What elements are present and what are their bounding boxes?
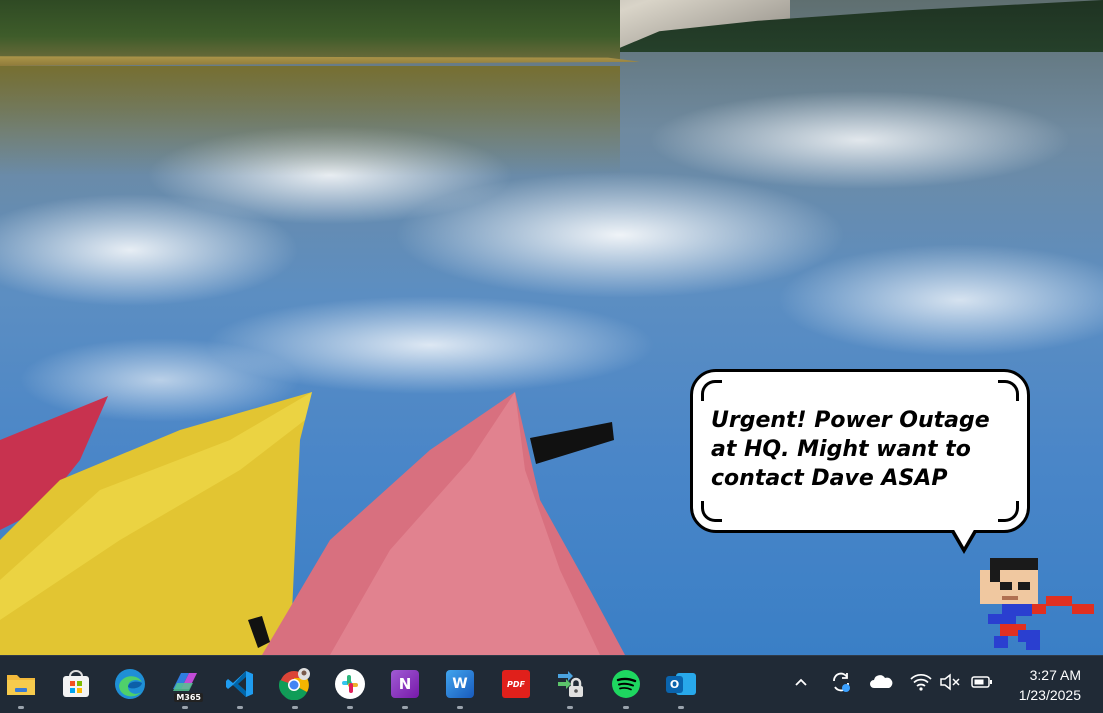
- pdf-label: PDF: [507, 679, 525, 689]
- running-indicator: [237, 706, 243, 709]
- running-indicator: [347, 706, 353, 709]
- bubble-corner-decoration: [998, 501, 1019, 522]
- store-icon: [63, 670, 89, 697]
- outlook-icon: O: [666, 670, 696, 698]
- running-indicator: [402, 706, 408, 709]
- taskbar-app-onenote[interactable]: N: [385, 664, 425, 709]
- taskbar-app-file-explorer[interactable]: [1, 664, 41, 709]
- wallpaper-reflection: [0, 66, 620, 176]
- sync-icon: [833, 672, 850, 692]
- running-indicator: [457, 706, 463, 709]
- taskbar: M365 N W PDF O 3:27 AM 1/23/2025: [0, 655, 1103, 713]
- word-letter: W: [452, 676, 468, 692]
- tray-network-button[interactable]: [909, 670, 933, 694]
- tray-battery-button[interactable]: [970, 670, 994, 694]
- running-indicator: [623, 706, 629, 709]
- slack-icon: [335, 669, 365, 699]
- taskbar-app-slack[interactable]: [330, 664, 370, 709]
- pixel-superhero-mascot[interactable]: [978, 556, 1096, 652]
- spotify-icon: [612, 670, 640, 698]
- taskbar-app-word[interactable]: W: [440, 664, 480, 709]
- chrome-icon: [279, 668, 310, 700]
- onenote-icon: N: [391, 670, 419, 698]
- lock-transfer-icon: [558, 671, 583, 697]
- taskbar-app-chrome[interactable]: [275, 664, 315, 709]
- m365-badge: M365: [174, 693, 203, 702]
- tray-onedrive-button[interactable]: [869, 670, 893, 694]
- running-indicator: [18, 706, 24, 709]
- vscode-icon: [226, 671, 253, 697]
- desktop-wallpaper: [0, 0, 1103, 655]
- taskbar-app-vscode[interactable]: [220, 664, 260, 709]
- wifi-icon: [910, 673, 932, 691]
- pdf-icon: PDF: [502, 670, 530, 698]
- show-hidden-icons-button[interactable]: [789, 670, 813, 694]
- battery-icon: [971, 676, 992, 688]
- bubble-corner-decoration: [998, 380, 1019, 401]
- taskbar-app-microsoft-365[interactable]: M365: [165, 664, 205, 709]
- taskbar-app-secure-transfer[interactable]: [550, 664, 590, 709]
- taskbar-clock[interactable]: 3:27 AM 1/23/2025: [1001, 665, 1081, 705]
- running-indicator: [292, 706, 298, 709]
- taskbar-app-outlook[interactable]: O: [661, 664, 701, 709]
- wallpaper-kayaks: [0, 392, 625, 655]
- taskbar-app-edge[interactable]: [110, 664, 150, 704]
- wallpaper-forest: [0, 0, 620, 60]
- taskbar-app-microsoft-store[interactable]: [56, 664, 96, 704]
- tray-sync-button[interactable]: [829, 670, 853, 694]
- clock-time: 3:27 AM: [1029, 667, 1081, 683]
- word-icon: W: [446, 670, 474, 698]
- onedrive-cloud-icon: [870, 675, 893, 688]
- clock-date: 1/23/2025: [1018, 687, 1081, 703]
- taskbar-app-pdf-reader[interactable]: PDF: [496, 664, 536, 704]
- running-indicator: [678, 706, 684, 709]
- edge-icon: [115, 669, 145, 699]
- tray-volume-button[interactable]: [938, 670, 962, 694]
- taskbar-app-spotify[interactable]: [606, 664, 646, 709]
- speech-bubble-tail-fill: [953, 528, 975, 547]
- running-indicator: [567, 706, 573, 709]
- chevron-up-icon: [795, 678, 807, 686]
- folder-icon: [7, 675, 35, 695]
- volume-muted-icon: [940, 673, 960, 691]
- onenote-letter: N: [398, 675, 412, 693]
- bubble-corner-decoration: [701, 501, 722, 522]
- running-indicator: [182, 706, 188, 709]
- bubble-corner-decoration: [701, 380, 722, 401]
- notification-speech-bubble[interactable]: Urgent! Power Outage at HQ. Might want t…: [690, 369, 1030, 533]
- notification-message: Urgent! Power Outage at HQ. Might want t…: [711, 408, 990, 491]
- outlook-letter: O: [669, 678, 680, 691]
